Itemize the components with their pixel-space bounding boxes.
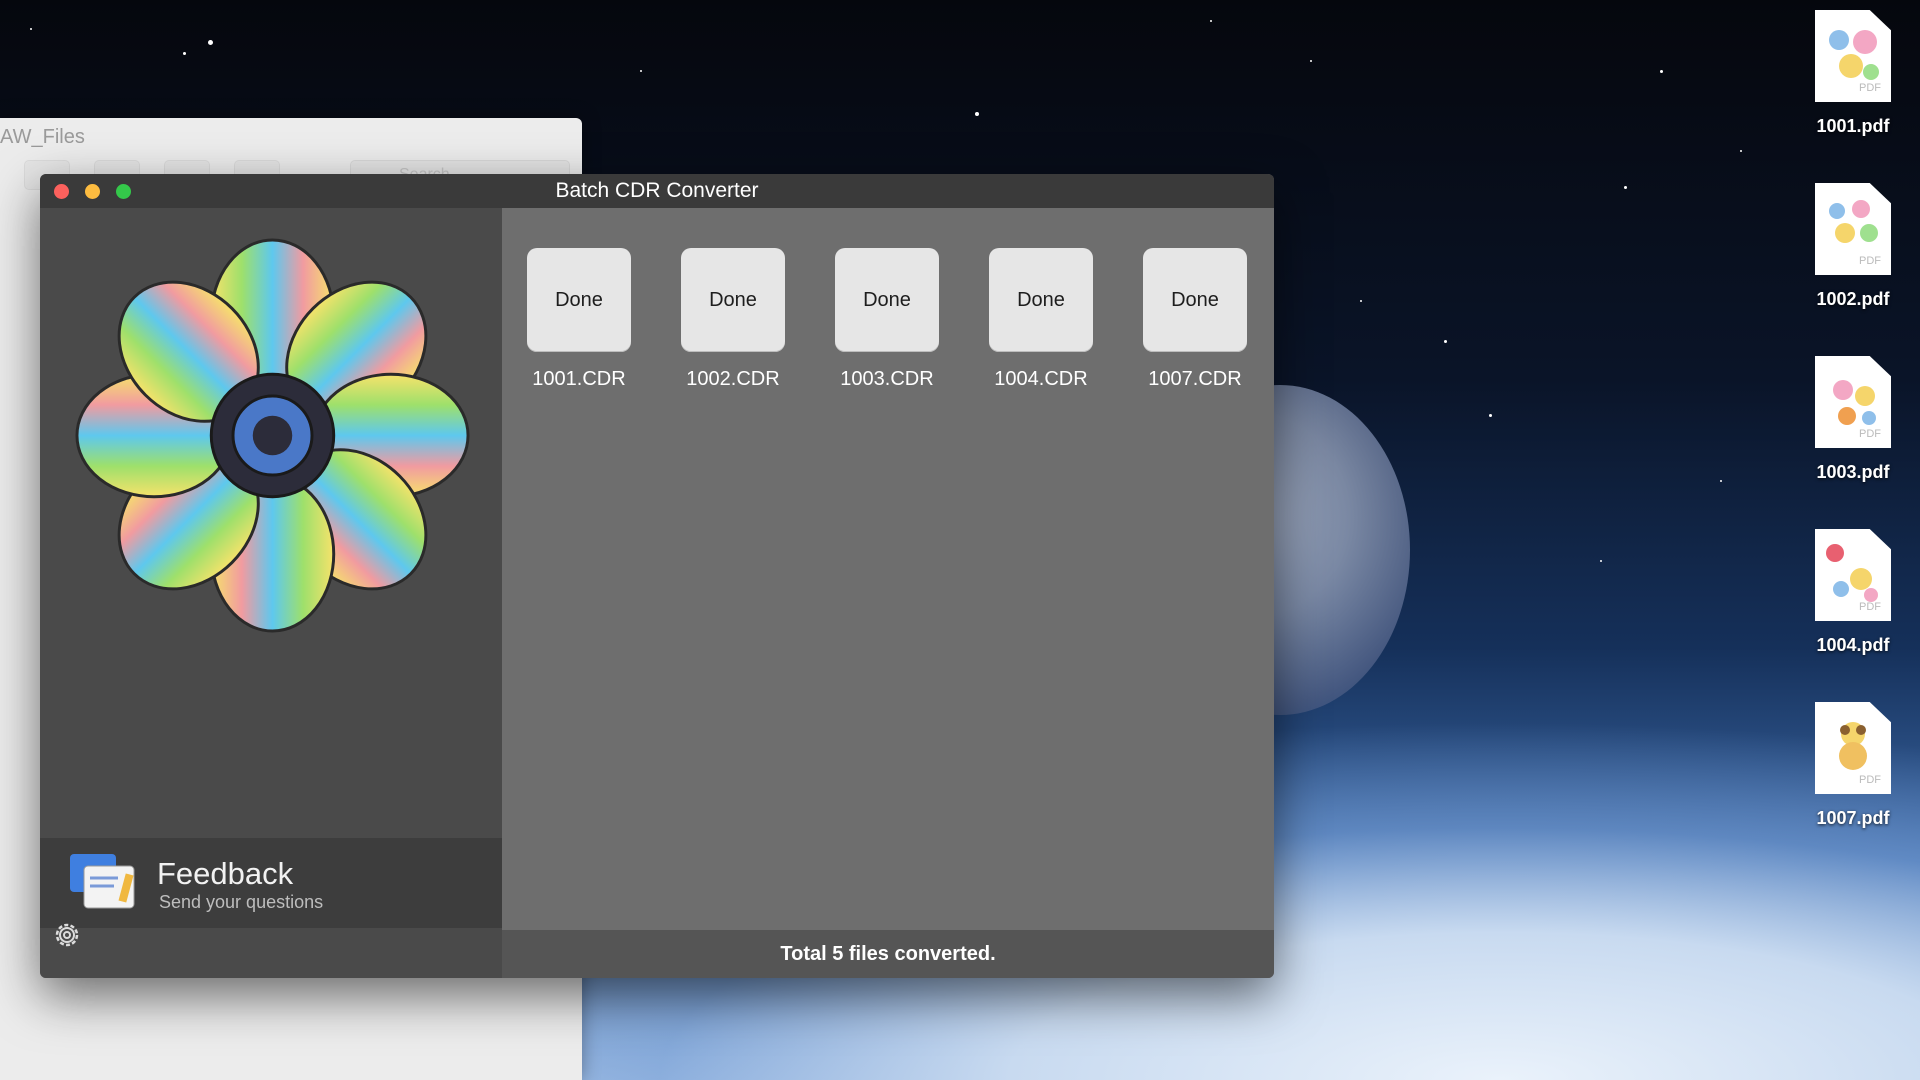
app-logo-flower <box>75 238 470 633</box>
file-item[interactable]: Done 1007.CDR <box>1135 248 1255 391</box>
file-item[interactable]: Done 1001.CDR <box>519 248 639 391</box>
pdf-thumbnail-icon: PDF <box>1815 183 1891 275</box>
settings-gear-icon[interactable] <box>52 920 82 950</box>
file-item[interactable]: Done 1004.CDR <box>981 248 1101 391</box>
window-title: Batch CDR Converter <box>555 179 759 202</box>
star <box>30 28 32 30</box>
pdf-type-label: PDF <box>1859 82 1881 94</box>
file-name: 1007.CDR <box>1148 368 1242 390</box>
pdf-type-label: PDF <box>1859 774 1881 786</box>
desktop-file-name: 1003.pdf <box>1816 462 1890 482</box>
feedback-subtitle: Send your questions <box>159 892 324 912</box>
done-button[interactable]: Done <box>989 248 1093 352</box>
desktop-file-icon[interactable]: PDF 1002.pdf <box>1798 183 1908 310</box>
star <box>1310 60 1312 62</box>
star <box>1660 70 1663 73</box>
done-button[interactable]: Done <box>527 248 631 352</box>
zoom-button[interactable] <box>116 184 131 199</box>
desktop-file-name: 1004.pdf <box>1816 635 1890 655</box>
left-panel: Feedback Send your questions <box>40 208 502 978</box>
pdf-type-label: PDF <box>1859 255 1881 267</box>
done-button[interactable]: Done <box>835 248 939 352</box>
done-button[interactable]: Done <box>681 248 785 352</box>
star <box>1489 414 1492 417</box>
done-button[interactable]: Done <box>1143 248 1247 352</box>
pdf-type-label: PDF <box>1859 601 1881 613</box>
star <box>1444 340 1447 343</box>
feedback-title: Feedback <box>157 856 294 891</box>
files-area: Done 1001.CDR Done 1002.CDR Done 1003.CD… <box>502 208 1274 930</box>
star <box>1624 186 1627 189</box>
feedback-panel[interactable]: Feedback Send your questions <box>40 838 502 928</box>
feedback-icon <box>70 854 135 909</box>
star <box>183 52 186 55</box>
desktop-file-name: 1007.pdf <box>1816 808 1890 828</box>
desktop-file-name: 1001.pdf <box>1816 116 1890 136</box>
batch-cdr-converter-window: Batch CDR Converter Feedback Send your q… <box>40 174 1274 978</box>
star <box>1600 560 1602 562</box>
window-titlebar[interactable]: Batch CDR Converter <box>40 174 1274 208</box>
close-button[interactable] <box>54 184 69 199</box>
desktop-file-icon[interactable]: PDF 1004.pdf <box>1798 529 1908 656</box>
file-name: 1001.CDR <box>532 368 626 390</box>
desktop-file-name: 1002.pdf <box>1816 289 1890 309</box>
status-bar: Total 5 files converted. <box>502 930 1274 978</box>
minimize-button[interactable] <box>85 184 100 199</box>
file-name: 1004.CDR <box>994 368 1088 390</box>
star <box>1720 480 1722 482</box>
star <box>1360 300 1362 302</box>
pdf-thumbnail-icon: PDF <box>1815 356 1891 448</box>
file-name: 1002.CDR <box>686 368 780 390</box>
star <box>1740 150 1742 152</box>
pdf-thumbnail-icon: PDF <box>1815 10 1891 102</box>
desktop-file-icon[interactable]: PDF 1003.pdf <box>1798 356 1908 483</box>
pdf-thumbnail-icon: PDF <box>1815 529 1891 621</box>
star <box>1210 20 1212 22</box>
desktop-file-icon[interactable]: PDF 1001.pdf <box>1798 10 1908 137</box>
file-item[interactable]: Done 1002.CDR <box>673 248 793 391</box>
desktop-file-icon[interactable]: PDF 1007.pdf <box>1798 702 1908 829</box>
finder-title: AW_Files <box>0 126 85 148</box>
pdf-type-label: PDF <box>1859 428 1881 440</box>
star <box>208 40 213 45</box>
pdf-thumbnail-icon: PDF <box>1815 702 1891 794</box>
star <box>975 112 979 116</box>
star <box>640 70 642 72</box>
file-item[interactable]: Done 1003.CDR <box>827 248 947 391</box>
file-name: 1003.CDR <box>840 368 934 390</box>
